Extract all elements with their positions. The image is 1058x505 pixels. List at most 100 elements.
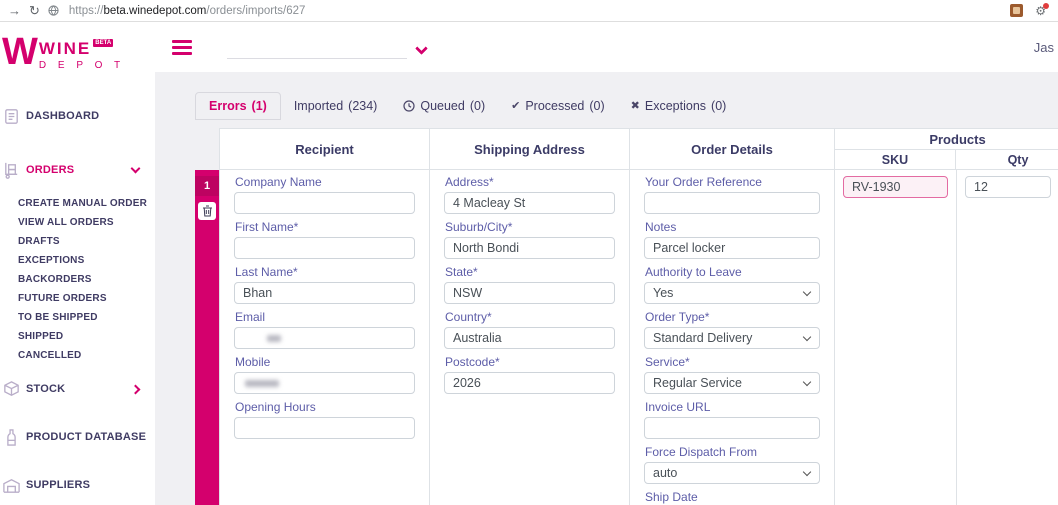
browser-chrome: → ↻ https://beta.winedepot.com/orders/im… <box>0 0 1058 22</box>
tab-errors[interactable]: Errors (1) <box>195 92 281 120</box>
service-select[interactable]: Regular Service <box>644 372 820 394</box>
suburb-city-input[interactable] <box>444 237 615 259</box>
sku-input[interactable] <box>843 176 948 198</box>
field-label: Postcode* <box>445 355 500 369</box>
country-input[interactable] <box>444 327 615 349</box>
extension-icon-1[interactable] <box>1010 4 1024 17</box>
url-bar[interactable]: https://beta.winedepot.com/orders/import… <box>69 5 306 17</box>
reload-icon[interactable]: ↻ <box>29 4 40 17</box>
field-label: Notes <box>645 220 677 234</box>
beta-badge: BETA <box>93 39 114 47</box>
field-service: Service* Regular Service <box>644 356 820 394</box>
last-name-input[interactable] <box>234 282 415 304</box>
mobile-input[interactable] <box>234 372 415 394</box>
tab-count: (0) <box>469 99 486 113</box>
winedepot-logo[interactable]: W WINE BETA D E P O T <box>2 33 155 88</box>
field-address: Address* <box>444 176 615 214</box>
order-reference-input[interactable] <box>644 192 820 214</box>
notes-input[interactable] <box>644 237 820 259</box>
sidebar-item-view-all-orders[interactable]: VIEW ALL ORDERS <box>18 213 155 232</box>
extension-icon-2[interactable]: ⚙ <box>1035 2 1049 17</box>
logo-wine-text: WINE <box>38 39 92 58</box>
notification-dot <box>1043 2 1049 9</box>
column-header-products: Products <box>835 129 1058 150</box>
tab-queued[interactable]: Queued (0) <box>390 93 498 119</box>
field-mobile: Mobile <box>234 356 415 394</box>
tab-imported[interactable]: Imported (234) <box>281 93 391 119</box>
sidebar-item-dashboard[interactable]: DASHBOARD <box>0 96 155 136</box>
sidebar-item-to-be-shipped[interactable]: TO BE SHIPPED <box>18 308 155 327</box>
opening-hours-input[interactable] <box>234 417 415 439</box>
field-label: Opening Hours <box>235 400 316 414</box>
delete-row-button[interactable] <box>198 202 216 220</box>
sidebar-item-suppliers[interactable]: SUPPLIERS <box>0 461 155 505</box>
stock-icon <box>1 379 21 399</box>
tab-label: Errors <box>209 99 247 113</box>
order-type-select[interactable]: Standard Delivery <box>644 327 820 349</box>
field-label: Authority to Leave <box>645 265 742 279</box>
suppliers-icon <box>1 475 21 495</box>
sidebar-item-exceptions[interactable]: EXCEPTIONS <box>18 251 155 270</box>
select-value: Regular Service <box>653 376 742 390</box>
field-label: Email <box>235 310 266 324</box>
field-last-name: Last Name* <box>234 266 415 304</box>
check-icon: ✔ <box>511 99 521 112</box>
field-suburb-city: Suburb/City* <box>444 221 615 259</box>
first-name-input[interactable] <box>234 237 415 259</box>
sidebar-item-label: STOCK <box>26 383 66 395</box>
select-value: auto <box>653 466 678 480</box>
sidebar-item-orders[interactable]: ORDERS <box>0 150 155 190</box>
field-ship-date: Ship Date <box>644 491 820 505</box>
postcode-input[interactable] <box>444 372 615 394</box>
import-status-tabs: Errors (1) Imported (234) Queued (0) ✔ P… <box>195 92 1058 120</box>
tab-count: (0) <box>589 99 605 113</box>
row-number-badge: 1 <box>195 176 219 196</box>
sidebar-item-label: SUPPLIERS <box>26 479 91 491</box>
invoice-url-input[interactable] <box>644 417 820 439</box>
address-input[interactable] <box>444 192 615 214</box>
logo-depot-text: D E P O T <box>38 60 125 71</box>
trash-icon <box>202 205 212 217</box>
import-errors-table: Recipient Shipping Address Order Details… <box>195 128 1058 505</box>
field-label: Order Type* <box>645 310 710 324</box>
import-selector-dropdown[interactable] <box>227 35 428 59</box>
field-label: Last Name* <box>235 265 298 279</box>
sidebar-item-label: PRODUCT DATABASE <box>26 431 147 443</box>
topbar: Jas <box>155 22 1058 72</box>
tab-exceptions[interactable]: ✖ Exceptions (0) <box>618 93 740 119</box>
field-label: Ship Date <box>645 490 698 504</box>
sidebar-item-future-orders[interactable]: FUTURE ORDERS <box>18 289 155 308</box>
field-label: Address* <box>445 175 494 189</box>
force-dispatch-from-select[interactable]: auto <box>644 462 820 484</box>
sidebar-item-drafts[interactable]: DRAFTS <box>18 232 155 251</box>
state-input[interactable] <box>444 282 615 304</box>
field-label: Suburb/City* <box>445 220 513 234</box>
sidebar-item-backorders[interactable]: BACKORDERS <box>18 270 155 289</box>
product-database-icon <box>1 427 21 447</box>
qty-input[interactable] <box>965 176 1051 198</box>
forward-icon[interactable]: → <box>8 4 21 17</box>
sidebar-nav: DASHBOARD ORDERS CREATE MANUAL ORDER VIE… <box>0 96 155 505</box>
tab-count: (0) <box>711 99 727 113</box>
tab-processed[interactable]: ✔ Processed (0) <box>498 93 618 119</box>
hamburger-menu-icon[interactable] <box>172 39 192 55</box>
row-gutter: 1 <box>195 170 219 505</box>
sidebar-item-shipped[interactable]: SHIPPED <box>18 327 155 346</box>
site-info-icon[interactable] <box>48 5 59 16</box>
email-input[interactable] <box>234 327 415 349</box>
field-notes: Notes <box>644 221 820 259</box>
field-force-dispatch-from: Force Dispatch From auto <box>644 446 820 484</box>
authority-to-leave-select[interactable]: Yes <box>644 282 820 304</box>
field-order-type: Order Type* Standard Delivery <box>644 311 820 349</box>
user-menu[interactable]: Jas <box>1034 40 1054 55</box>
sidebar-item-create-manual-order[interactable]: CREATE MANUAL ORDER <box>18 194 155 213</box>
field-order-reference: Your Order Reference <box>644 176 820 214</box>
field-first-name: First Name* <box>234 221 415 259</box>
company-name-input[interactable] <box>234 192 415 214</box>
field-label: First Name* <box>235 220 299 234</box>
field-label: Service* <box>645 355 690 369</box>
sidebar-item-cancelled[interactable]: CANCELLED <box>18 346 155 365</box>
sidebar-item-product-database[interactable]: PRODUCT DATABASE <box>0 413 155 461</box>
field-opening-hours: Opening Hours <box>234 401 415 439</box>
sidebar-item-stock[interactable]: STOCK <box>0 365 155 413</box>
